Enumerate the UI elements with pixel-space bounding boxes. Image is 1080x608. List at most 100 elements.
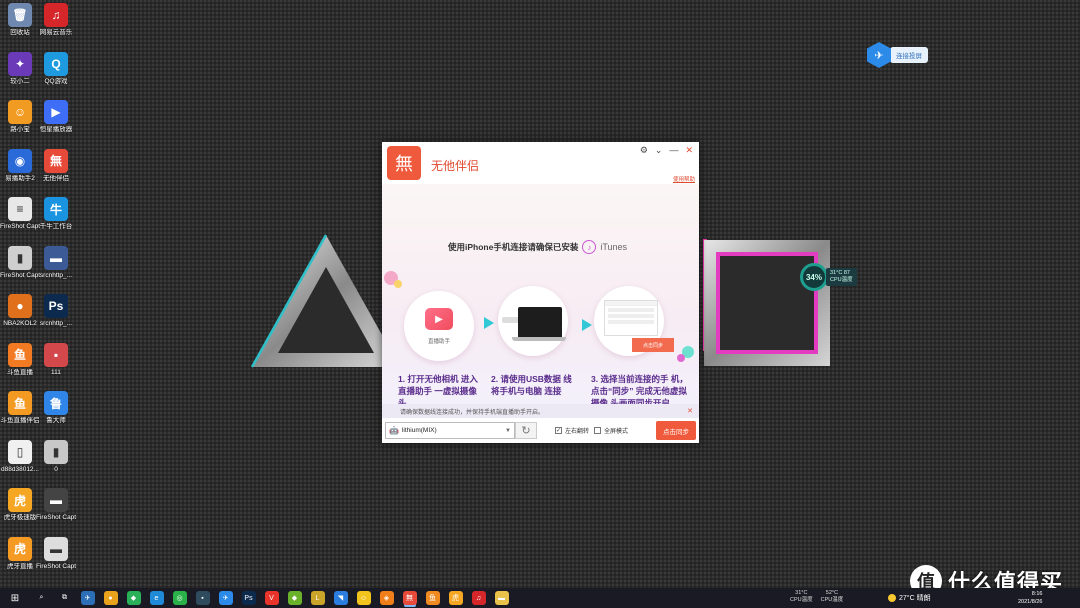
wuta-dialog: 無 无他伴侣 ⚙ ⌄ — ✕ 使用帮助 使用iPhone手机连接请确保已安装 ♪… <box>382 142 699 443</box>
android-icon: 🤖 <box>389 426 399 435</box>
app-blue-icon[interactable]: ◥ <box>333 591 348 605</box>
chrome-icon[interactable]: ● <box>103 591 118 605</box>
step2-illustration <box>498 286 568 356</box>
bird-icon[interactable]: ✈ <box>218 591 233 605</box>
desktop-icon-label: 路小宝 <box>10 126 30 133</box>
desktop-icon[interactable]: Q QQ游戏 <box>36 51 76 86</box>
desktop-icon[interactable]: ✦ 较小二 <box>0 51 40 86</box>
desktop-icon-label: 易播助手2 <box>5 174 35 182</box>
app-lime-icon[interactable]: ◆ <box>287 591 302 605</box>
taskview-icon[interactable]: ⧉ <box>57 591 72 605</box>
desktop-icon-label: FireShot Capture 0... <box>36 514 76 521</box>
minimize-icon[interactable]: — <box>669 145 678 156</box>
huya-icon[interactable]: 虎 <box>448 591 463 605</box>
desktop-icon[interactable]: 無无他伴侣 <box>36 148 76 183</box>
folder-icon[interactable]: ▬ <box>494 591 509 605</box>
refresh-button[interactable]: ↻ <box>515 422 537 439</box>
edge-icon[interactable]: e <box>149 591 164 605</box>
wuta-icon[interactable]: 無 <box>402 591 417 605</box>
app-green-icon[interactable]: ◆ <box>126 591 141 605</box>
chevron-down-icon[interactable]: ⌄ <box>655 145 663 156</box>
checkbox-checked-icon: ✓ <box>555 427 562 434</box>
search-icon[interactable]: ⌕ <box>34 591 49 605</box>
app-icon: Q <box>44 51 68 76</box>
desktop-icon[interactable]: ☺ 路小宝 <box>0 100 40 134</box>
app-icon: ♫ <box>44 3 68 27</box>
decor-dot <box>394 280 402 288</box>
app-l-icon[interactable]: L <box>310 591 325 605</box>
app-icon: ▪ <box>44 342 68 367</box>
close-notice-icon[interactable]: ✕ <box>687 407 693 415</box>
desktop-icon-label: FireShot Capture 00... <box>0 271 40 279</box>
windows-start-icon[interactable]: ⊞ <box>0 588 30 608</box>
desktop-icon-label: srcnhttp_... <box>39 320 73 327</box>
desktop-icon[interactable]: ◉ 易播助手2 <box>0 148 40 183</box>
desktop-icon[interactable]: ▬FireShot Capture 00... <box>36 536 76 571</box>
settings-icon[interactable]: ⚙ <box>640 145 648 156</box>
app-icon: 虎 <box>8 536 32 561</box>
desktop-icon[interactable]: ▬ FireShot Capture 0... <box>36 488 76 522</box>
netease-icon[interactable]: ♫ <box>471 591 486 605</box>
clock[interactable]: 8:16 2021/8/26 <box>1018 590 1042 606</box>
camera-icon: ▶ <box>425 308 453 330</box>
step3-text: 3. 选择当前连接的手 机，点击“同步” 完成无他虚拟摄像 头画面同步开启 <box>591 374 688 404</box>
network-icon[interactable]: ✈ <box>80 591 95 605</box>
mirror-checkbox[interactable]: ✓ 左右翻转 <box>555 426 589 435</box>
app-orange-icon[interactable]: ◈ <box>379 591 394 605</box>
desktop-icon[interactable]: ▮ 0 <box>36 439 76 474</box>
notice-text: 请确保数据线连接成功，并保持手机端直播助手开启。 <box>400 409 545 416</box>
desktop-icon[interactable]: 虎虎牙极速版 <box>0 488 40 522</box>
app-icon: 鲁 <box>44 391 68 415</box>
desktop-icon[interactable]: 鲁鲁大师 <box>36 391 76 425</box>
desktop-icon-label: 虎牙极速版 <box>3 514 37 521</box>
app-icon: 鱼 <box>8 391 32 415</box>
douyu-icon[interactable]: 鱼 <box>425 591 440 605</box>
desktop-icon[interactable]: ▯ d88d38012... <box>0 439 40 474</box>
taskbar: ⊞ ⌕ ⧉ ✈ ● ◆ e ◎ ▪ ✈ Ps V ◆ L ◥ ☺ ◈ 無鱼虎 ♫ ▬ 31°C CPU温度 52°C CP… <box>0 588 1080 608</box>
weather-widget[interactable]: 27°C 晴朗 <box>888 593 931 603</box>
sun-icon <box>888 594 896 602</box>
chevron-down-icon: ▼ <box>505 427 511 434</box>
cpu-widget: 34% 31°C 87 CPU温度 <box>800 263 857 291</box>
app-icon: Ps <box>44 294 68 318</box>
desktop-icon[interactable]: 🗑 回收站 <box>0 3 40 37</box>
desktop-icon[interactable]: ▪ 111 <box>36 342 76 377</box>
app-dark-icon[interactable]: ▪ <box>195 591 210 605</box>
app-icon: ▬ <box>44 488 68 512</box>
connect-widget[interactable]: ✈ 连接投屏 <box>867 42 928 68</box>
tray-temp-label: CPU温度 <box>790 597 813 603</box>
desktop-icon[interactable]: Ps srcnhttp_... <box>36 294 76 328</box>
device-select[interactable]: 🤖 lithium(MIX) ▼ <box>385 422 515 439</box>
desktop-icon[interactable]: 鱼斗鱼直播伴侣 <box>0 391 40 425</box>
desktop-icon[interactable]: 虎虎牙直播 <box>0 536 40 571</box>
desktop-icon-label: 恒星播放器 <box>39 126 73 133</box>
desktop-icon-label: NBA2KOL2 <box>3 320 37 327</box>
desktop-icon[interactable]: 鱼斗鱼直播 <box>0 342 40 377</box>
desktop-icon[interactable]: ▬ srcnhttp_... <box>36 245 76 280</box>
connect-label: 连接投屏 <box>890 47 928 63</box>
vivaldi-icon[interactable]: V <box>264 591 279 605</box>
desktop-icon-label: 斗鱼直播 <box>7 368 33 376</box>
desktop-icon-label: 回收站 <box>10 29 30 36</box>
app-yellow-icon[interactable]: ☺ <box>356 591 371 605</box>
close-icon[interactable]: ✕ <box>685 145 693 156</box>
desktop-icon[interactable]: ▮FireShot Capture 00... <box>0 245 40 280</box>
taskbar-apps: ⌕ ⧉ ✈ ● ◆ e ◎ ▪ ✈ Ps V ◆ L ◥ ☺ ◈ 無鱼虎 ♫ ▬ <box>30 591 513 605</box>
wechat-icon[interactable]: ◎ <box>172 591 187 605</box>
fullscreen-checkbox[interactable]: 全屏模式 <box>594 426 628 435</box>
desktop-icon[interactable]: 牛千牛工作台 <box>36 197 76 231</box>
sync-button[interactable]: 点击同步 <box>656 421 696 440</box>
desktop-icon-label: 111 <box>51 368 61 376</box>
desktop-icon[interactable]: ▶ 恒星播放器 <box>36 100 76 134</box>
desktop-icon[interactable]: ♫ 网易云音乐 <box>36 3 76 37</box>
system-tray-temps: 31°C CPU温度 52°C CPU温度 <box>790 590 843 604</box>
tray-temp-value: 52°C <box>825 590 839 596</box>
app-icon: 🗑 <box>8 3 32 27</box>
desktop-icon[interactable]: ≡ FireShot Capture 00... <box>0 197 40 231</box>
cpu-label: CPU温度 <box>830 277 853 283</box>
app-logo-icon: 無 <box>387 146 421 180</box>
photoshop-icon[interactable]: Ps <box>241 591 256 605</box>
itunes-heading: 使用iPhone手机连接请确保已安装 ♪ iTunes <box>448 240 627 254</box>
help-link[interactable]: 使用帮助 <box>673 175 695 183</box>
desktop-icon[interactable]: ● NBA2KOL2 <box>0 294 40 328</box>
